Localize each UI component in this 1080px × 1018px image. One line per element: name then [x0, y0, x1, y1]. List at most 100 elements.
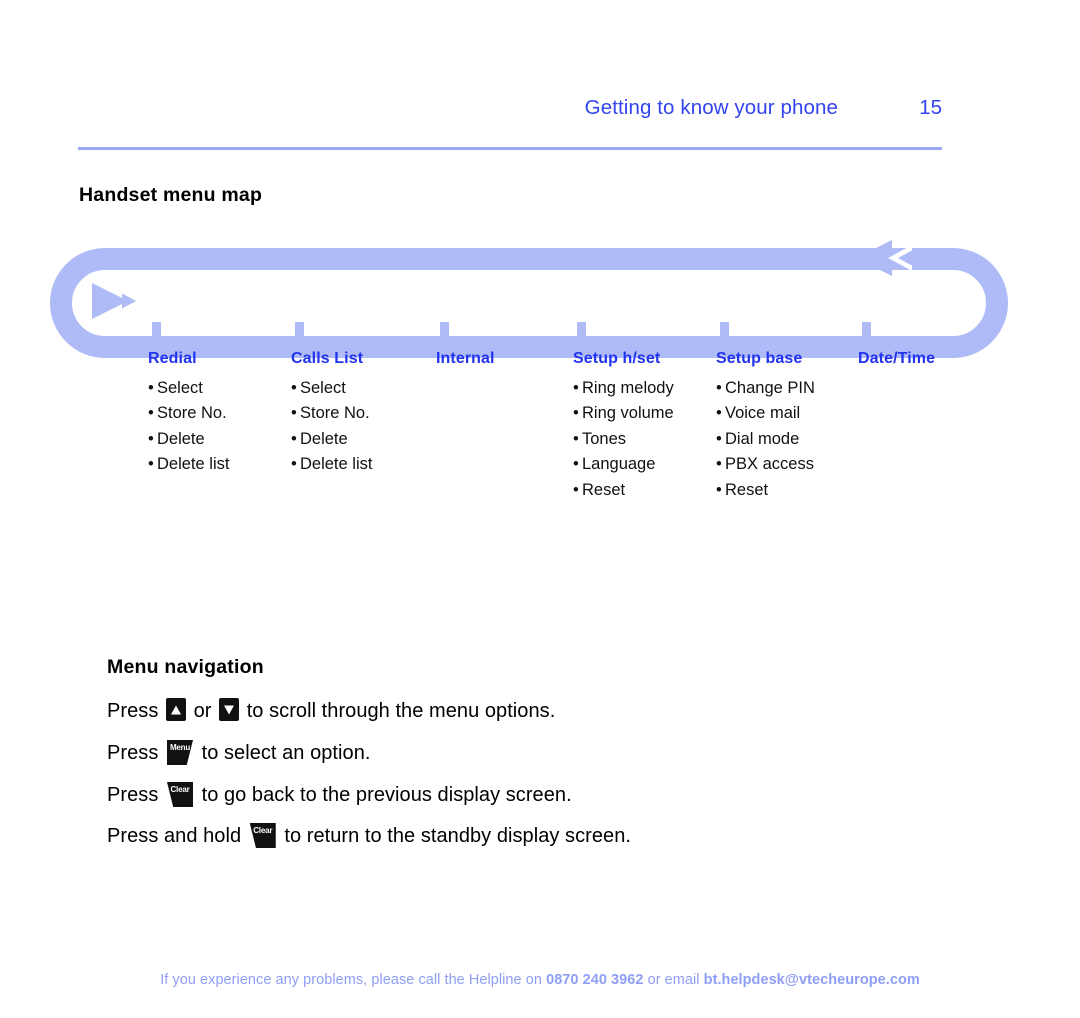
column-stem: [577, 322, 586, 344]
column-stem: [152, 322, 161, 344]
menu-nav-instruction: Press Clear to go back to the previous d…: [107, 782, 572, 807]
menu-map-column-title: Internal: [436, 350, 495, 367]
menu-nav-instruction: Press Menu to select an option.: [107, 740, 370, 765]
clear-key-icon: Clear: [249, 823, 276, 848]
bullet-icon: •: [573, 404, 579, 423]
menu-map-column-title: Redial: [148, 350, 197, 367]
menu-map-item-label: Ring volume: [582, 404, 674, 423]
bullet-icon: •: [148, 429, 154, 448]
menu-map-column-title: Setup h/set: [573, 350, 661, 367]
menu-map-item: • Voice mail: [716, 401, 815, 426]
menu-map-item: • Select: [291, 376, 372, 401]
page-title: Getting to know your phone: [584, 96, 838, 119]
up-arrow-key-icon: [165, 698, 186, 721]
menu-map-item: • Ring melody: [573, 376, 674, 401]
bullet-icon: •: [148, 455, 154, 474]
menu-map-item: • Delete: [148, 427, 229, 452]
bullet-icon: •: [148, 379, 154, 397]
bullet-icon: •: [716, 429, 722, 448]
loop-arrow-left-notch-icon: [866, 245, 912, 271]
menu-map-item: • Tones: [573, 427, 674, 452]
menu-map-item-label: Select: [157, 379, 203, 397]
bullet-icon: •: [573, 480, 579, 499]
menu-map-item: • Dial mode: [716, 427, 815, 452]
menu-map-item-label: Dial mode: [725, 429, 800, 448]
menu-map-item-label: Delete: [300, 429, 348, 448]
menu-map-item: • PBX access: [716, 452, 815, 477]
menu-key-icon: Menu: [166, 740, 193, 765]
menu-map-item-label: PBX access: [725, 455, 814, 474]
nav-suffix-text: to scroll through the menu options.: [246, 700, 556, 722]
nav-suffix-text: to return to the standby display screen.: [284, 825, 631, 847]
bullet-icon: •: [148, 404, 154, 423]
menu-map-columns: Redial • Select • Store No. • Delete • Delete li…: [0, 0, 1080, 1018]
header-divider: [78, 147, 942, 150]
menu-map-item-label: Reset: [725, 480, 769, 499]
bullet-icon: •: [573, 379, 579, 397]
menu-map-item-list: • Change PIN • Voice mail • Dial mode • PBX acc…: [716, 376, 815, 503]
nav-prefix-text: Press and hold: [107, 825, 242, 847]
menu-map-item-label: Delete: [157, 429, 205, 448]
bullet-icon: •: [716, 455, 722, 474]
menu-map-item: • Change PIN: [716, 376, 815, 401]
page-header: Getting to know your phone 15: [78, 96, 942, 132]
handset-menu-map-heading: Handset menu map: [79, 184, 263, 206]
nav-suffix-text: to go back to the previous display scree…: [201, 784, 572, 806]
column-stem: [295, 322, 304, 344]
bullet-icon: •: [291, 379, 297, 397]
column-stem: [720, 322, 729, 344]
down-arrow-key-icon: [219, 698, 240, 721]
bullet-icon: •: [291, 404, 297, 423]
bullet-icon: •: [716, 404, 722, 423]
menu-map-item-label: Language: [582, 455, 656, 474]
menu-navigation-heading: Menu navigation: [107, 656, 264, 678]
menu-map-item-list: • Ring melody • Ring volume • Tones • Language •…: [573, 376, 674, 503]
nav-middle-text: or: [193, 700, 212, 722]
bullet-icon: •: [291, 455, 297, 474]
nav-prefix-text: Press: [107, 700, 159, 722]
menu-map-item: • Ring volume: [573, 401, 674, 426]
menu-map-column-title: Calls List: [291, 350, 364, 367]
menu-map-item-label: Delete list: [157, 455, 230, 474]
clear-key-label: Clear: [253, 826, 273, 835]
footer-helpline: If you experience any problems, please c…: [0, 972, 1080, 988]
bullet-icon: •: [716, 379, 722, 397]
footer-email: bt.helpdesk@vtecheurope.com: [703, 972, 920, 988]
menu-map-item: • Delete list: [148, 452, 229, 477]
menu-map-item-label: Reset: [582, 480, 626, 499]
menu-map-item: • Reset: [716, 478, 815, 503]
nav-suffix-text: to select an option.: [201, 742, 371, 764]
menu-map-item: • Delete: [291, 427, 372, 452]
menu-map-item-label: Delete list: [300, 455, 373, 474]
bullet-icon: •: [573, 455, 579, 474]
nav-prefix-text: Press: [107, 784, 159, 806]
menu-map-item: • Reset: [573, 478, 674, 503]
menu-map-item: • Delete list: [291, 452, 372, 477]
bullet-icon: •: [291, 429, 297, 448]
menu-nav-instruction: Press or to scroll through the menu opti…: [107, 698, 555, 723]
page-number: 15: [919, 96, 942, 119]
menu-map-item-label: Store No.: [157, 404, 227, 423]
menu-map-column-title: Date/Time: [858, 350, 936, 367]
bullet-icon: •: [573, 429, 579, 448]
menu-map-item-label: Store No.: [300, 404, 370, 423]
footer-text-middle: or email: [647, 972, 700, 988]
loop-arrow-right-notch-icon: [122, 288, 168, 314]
menu-map-item-label: Change PIN: [725, 379, 815, 397]
menu-nav-instruction: Press and hold Clear to return to the st…: [107, 823, 631, 848]
footer-phone-number: 0870 240 3962: [546, 972, 644, 988]
menu-map-item-label: Voice mail: [725, 404, 801, 423]
nav-prefix-text: Press: [107, 742, 159, 764]
menu-map-column-title: Setup base: [716, 350, 803, 367]
menu-map-item-list: • Select • Store No. • Delete • Delete list: [148, 376, 229, 478]
menu-map-item-label: Select: [300, 379, 346, 397]
clear-key-icon: Clear: [166, 782, 193, 807]
menu-map-item: • Store No.: [148, 401, 229, 426]
column-stem: [862, 322, 871, 344]
menu-map-item: • Store No.: [291, 401, 372, 426]
menu-map-item: • Select: [148, 376, 229, 401]
menu-map-item-label: Tones: [582, 429, 627, 448]
menu-map-item: • Language: [573, 452, 674, 477]
clear-key-label: Clear: [170, 785, 190, 794]
bullet-icon: •: [716, 480, 722, 499]
